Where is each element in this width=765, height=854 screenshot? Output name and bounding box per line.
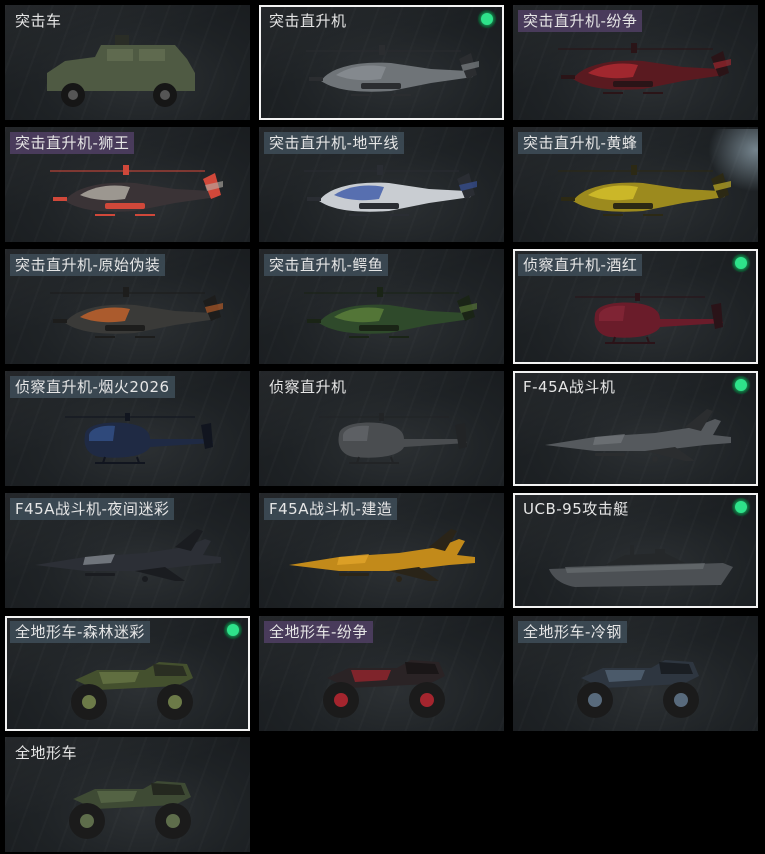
vehicle-skin-label: F45A战斗机-建造: [264, 498, 398, 520]
atv-icon: [323, 660, 445, 718]
vehicle-skin-card[interactable]: 侦察直升机-烟火2026: [5, 371, 250, 486]
vehicle-skin-card[interactable]: 突击直升机-纷争: [513, 5, 758, 120]
attack-helicopter-icon: [306, 45, 479, 96]
vehicle-skin-card[interactable]: UCB-95攻击艇: [513, 493, 758, 608]
vehicle-skin-grid: 突击车 突击直升机 突击直升机-纷争 突击直升机-狮王 突击直升机-地平线 突击…: [0, 0, 765, 854]
equipped-indicator-icon: [732, 254, 750, 272]
vehicle-skin-label: 突击直升机-纷争: [518, 10, 643, 32]
vehicle-skin-label: UCB-95攻击艇: [523, 500, 629, 518]
fighter-jet-icon: [35, 529, 221, 582]
vehicle-skin-card[interactable]: 全地形车-森林迷彩: [5, 616, 250, 731]
vehicle-skin-card[interactable]: 全地形车-冷钢: [513, 616, 758, 731]
vehicle-skin-card[interactable]: F45A战斗机-夜间迷彩: [5, 493, 250, 608]
vehicle-skin-label: F-45A战斗机: [523, 378, 616, 396]
equipped-indicator-icon: [732, 376, 750, 394]
fighter-jet-icon: [545, 409, 731, 462]
vehicle-skin-card[interactable]: 突击直升机: [259, 5, 504, 120]
vehicle-skin-card[interactable]: 突击直升机-地平线: [259, 127, 504, 242]
vehicle-skin-label: 突击直升机-鳄鱼: [264, 254, 389, 276]
vehicle-skin-label: 侦察直升机-烟火2026: [10, 376, 175, 398]
vehicle-skin-label: 突击直升机: [269, 12, 347, 30]
vehicle-skin-label: 侦察直升机: [269, 378, 347, 396]
vehicle-skin-card[interactable]: 突击直升机-鳄鱼: [259, 249, 504, 364]
vehicle-skin-card[interactable]: 全地形车-纷争: [259, 616, 504, 731]
vehicle-skin-card[interactable]: 突击直升机-狮王: [5, 127, 250, 242]
armored-car-icon: [47, 35, 195, 107]
vehicle-skin-label: 突击车: [15, 12, 62, 30]
vehicle-skin-label: 全地形车-森林迷彩: [10, 621, 150, 643]
atv-icon: [577, 660, 699, 718]
attack-boat-icon: [549, 545, 733, 587]
attack-helicopter-icon: [50, 287, 223, 338]
vehicle-skin-label: 全地形车: [15, 744, 78, 762]
vehicle-skin-card[interactable]: 突击直升机-原始伪装: [5, 249, 250, 364]
vehicle-skin-card[interactable]: 全地形车: [5, 737, 250, 852]
vehicle-skin-label: 突击直升机-地平线: [264, 132, 404, 154]
vehicle-skin-card[interactable]: F45A战斗机-建造: [259, 493, 504, 608]
vehicle-skin-card[interactable]: 侦察直升机-酒红: [513, 249, 758, 364]
scout-helicopter-icon: [319, 413, 467, 464]
attack-helicopter-icon: [558, 165, 731, 216]
vehicle-skin-label: 全地形车-冷钢: [518, 621, 627, 643]
equipped-indicator-icon: [478, 10, 496, 28]
attack-helicopter-icon: [558, 43, 731, 94]
scout-helicopter-icon: [575, 293, 723, 344]
vehicle-skin-card[interactable]: 突击直升机-黄蜂: [513, 127, 758, 242]
attack-helicopter-icon: [304, 165, 477, 216]
vehicle-skin-card[interactable]: 侦察直升机: [259, 371, 504, 486]
equipped-indicator-icon: [224, 621, 242, 639]
vehicle-skin-label: 突击直升机-黄蜂: [518, 132, 643, 154]
vehicle-skin-label: 突击直升机-狮王: [10, 132, 135, 154]
vehicle-skin-label: 突击直升机-原始伪装: [10, 254, 166, 276]
vehicle-skin-card[interactable]: 突击车: [5, 5, 250, 120]
vehicle-skin-label: 侦察直升机-酒红: [518, 254, 643, 276]
equipped-indicator-icon: [732, 498, 750, 516]
atv-icon: [69, 781, 191, 839]
vehicle-skin-label: 全地形车-纷争: [264, 621, 373, 643]
attack-helicopter-icon: [50, 165, 223, 216]
atv-icon: [71, 662, 193, 720]
attack-helicopter-icon: [304, 287, 477, 338]
vehicle-skin-label: F45A战斗机-夜间迷彩: [10, 498, 175, 520]
fighter-jet-icon: [289, 529, 475, 582]
scout-helicopter-icon: [65, 413, 213, 464]
vehicle-skin-card[interactable]: F-45A战斗机: [513, 371, 758, 486]
